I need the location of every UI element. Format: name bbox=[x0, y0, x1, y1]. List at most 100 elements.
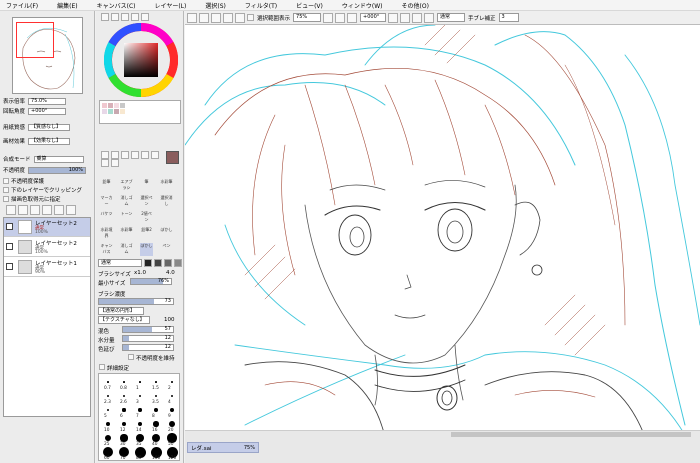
brush-size-dot[interactable] bbox=[170, 408, 174, 412]
brush-size-dot[interactable] bbox=[122, 408, 126, 412]
brush-size-dot[interactable] bbox=[171, 381, 173, 383]
brush-size-dot[interactable] bbox=[122, 394, 126, 398]
color-wheel[interactable] bbox=[104, 23, 178, 97]
blend-mode-select[interactable]: 乗算 bbox=[33, 155, 84, 163]
detail-checkbox[interactable] bbox=[99, 364, 105, 370]
tool-marker[interactable]: マーカー bbox=[100, 195, 113, 208]
tool-blur[interactable]: ぼかし bbox=[160, 227, 173, 240]
extend-slider[interactable]: 12 bbox=[122, 344, 174, 351]
clear-layer-icon[interactable] bbox=[54, 205, 64, 215]
brush-size-dot[interactable] bbox=[155, 381, 157, 383]
angle-field[interactable]: +000° bbox=[360, 13, 387, 22]
water-slider[interactable]: 12 bbox=[122, 335, 174, 342]
tool-pencil[interactable]: 鉛筆 bbox=[100, 179, 113, 192]
menu-canvas[interactable]: キャンバス(C) bbox=[91, 1, 136, 10]
brush-mode-select[interactable]: 通常 bbox=[98, 259, 142, 267]
new-set-icon[interactable] bbox=[18, 205, 28, 215]
effect-select[interactable]: 【効果なし】 bbox=[28, 137, 71, 145]
zoom-icon[interactable] bbox=[141, 151, 149, 159]
zoom-out-icon[interactable] bbox=[323, 12, 334, 23]
menu-layer[interactable]: レイヤー(L) bbox=[149, 1, 187, 10]
rotate-icon[interactable] bbox=[151, 151, 159, 159]
menu-window[interactable]: ウィンドウ(W) bbox=[336, 1, 383, 10]
navigator-view-rect[interactable] bbox=[16, 22, 54, 58]
tool-airbrush[interactable]: エアブラシ bbox=[120, 179, 133, 192]
softest-tip-icon[interactable] bbox=[174, 259, 182, 267]
min-size-slider[interactable]: 76% bbox=[130, 278, 172, 285]
color-wheel-tab-icon[interactable] bbox=[101, 13, 109, 21]
brush-size-dot[interactable] bbox=[107, 381, 109, 383]
medium-tip-icon[interactable] bbox=[154, 259, 162, 267]
menu-select[interactable]: 選択(S) bbox=[199, 1, 226, 10]
brush-size-dot[interactable] bbox=[137, 421, 143, 427]
blend-select[interactable]: 通常 bbox=[437, 13, 466, 22]
brush-texture-select[interactable]: 【テクスチャなし】 bbox=[98, 316, 150, 324]
copy-layer-icon[interactable] bbox=[30, 205, 40, 215]
tool-binary-pen[interactable]: 2値ペン bbox=[140, 211, 153, 224]
tool-bucket[interactable]: バケツ bbox=[100, 211, 113, 224]
navigator-thumbnail[interactable] bbox=[12, 17, 83, 94]
blend-slider[interactable]: 57 bbox=[122, 326, 174, 333]
brush-size-dot[interactable] bbox=[120, 434, 128, 442]
menu-other[interactable]: その他(O) bbox=[396, 1, 429, 10]
document-tab[interactable]: レダ.sai 75% bbox=[187, 442, 259, 453]
redo-icon[interactable] bbox=[211, 12, 221, 23]
palette-tab-icon[interactable] bbox=[131, 13, 139, 21]
menu-file[interactable]: ファイル(F) bbox=[0, 1, 38, 10]
eyedropper-icon[interactable] bbox=[111, 159, 119, 167]
tool-select-pen[interactable]: 選択ペン bbox=[140, 195, 153, 208]
tool-watercolor[interactable]: 水彩筆 bbox=[160, 179, 173, 192]
layer-item[interactable]: レイヤーセット1 通常 90% bbox=[4, 258, 90, 277]
layer-item[interactable]: レイヤーセット2 通常 100% bbox=[4, 218, 90, 237]
swatch-tab-icon[interactable] bbox=[141, 13, 149, 21]
move-icon[interactable] bbox=[131, 151, 139, 159]
stabilizer-select[interactable]: 3 bbox=[498, 13, 519, 22]
texture-select[interactable]: 【質感なし】 bbox=[28, 123, 71, 131]
canvas-scrollbar[interactable] bbox=[185, 430, 700, 438]
rgb-tab-icon[interactable] bbox=[111, 13, 119, 21]
angle-field[interactable]: +000° bbox=[28, 107, 67, 115]
brush-shape-select[interactable]: 【通常の円形】 bbox=[98, 307, 144, 315]
drawing-canvas[interactable] bbox=[185, 25, 700, 437]
tool-watercolor-2[interactable]: 水彩筆 bbox=[120, 227, 133, 240]
tool-pen[interactable]: ペン bbox=[160, 243, 173, 256]
visibility-icon[interactable] bbox=[6, 243, 13, 250]
menu-edit[interactable]: 編集(E) bbox=[51, 1, 77, 10]
zoom-field[interactable]: 75.0% bbox=[28, 97, 67, 105]
new-canvas-icon[interactable] bbox=[187, 12, 197, 23]
clip-checkbox[interactable] bbox=[3, 187, 9, 193]
layer-item[interactable]: レイヤーセット2 通常 100% bbox=[4, 238, 90, 257]
brush-size-dot[interactable] bbox=[138, 394, 142, 398]
flip-icon[interactable] bbox=[424, 12, 435, 23]
brush-size-mult[interactable]: x1.0 bbox=[134, 270, 146, 276]
brush-size-dot[interactable] bbox=[169, 421, 175, 427]
menu-view[interactable]: ビュー(V) bbox=[290, 1, 323, 10]
deselect-icon[interactable] bbox=[223, 12, 233, 23]
new-layer-icon[interactable] bbox=[6, 205, 16, 215]
brush-size-dot[interactable] bbox=[106, 408, 110, 412]
brush-size-dot[interactable] bbox=[139, 381, 141, 383]
tool-canvas[interactable]: キャンバス bbox=[100, 243, 113, 256]
tool-select-eraser[interactable]: 選択消し bbox=[160, 195, 173, 208]
zoom-reset-icon[interactable] bbox=[347, 12, 358, 23]
zoom-select[interactable]: 75% bbox=[293, 13, 322, 22]
brush-size-dot[interactable] bbox=[136, 434, 144, 442]
brush-size-dot[interactable] bbox=[105, 421, 111, 427]
show-selection-checkbox[interactable] bbox=[247, 14, 254, 21]
tool-blur-2[interactable]: ぼかし bbox=[140, 243, 153, 256]
brush-size-dot[interactable] bbox=[154, 394, 158, 398]
hsv-tab-icon[interactable] bbox=[121, 13, 129, 21]
opacity-slider[interactable]: 100% bbox=[28, 166, 87, 174]
tool-watercolor-edge[interactable]: 水彩境界 bbox=[100, 227, 113, 240]
menu-filter[interactable]: フィルタ(T) bbox=[239, 1, 277, 10]
brush-size-dot[interactable] bbox=[153, 421, 159, 427]
tool-pencil-2[interactable]: 鉛筆2 bbox=[140, 227, 153, 240]
magic-wand-icon[interactable] bbox=[121, 151, 129, 159]
visibility-icon[interactable] bbox=[6, 223, 13, 230]
density-slider[interactable]: 73 bbox=[98, 298, 174, 305]
tool-brush[interactable]: 筆 bbox=[140, 179, 153, 192]
ref-checkbox[interactable] bbox=[3, 196, 9, 202]
swatch-palette[interactable] bbox=[99, 100, 181, 124]
keep-opacity-checkbox[interactable] bbox=[128, 354, 134, 360]
scrollbar-thumb[interactable] bbox=[451, 432, 691, 437]
